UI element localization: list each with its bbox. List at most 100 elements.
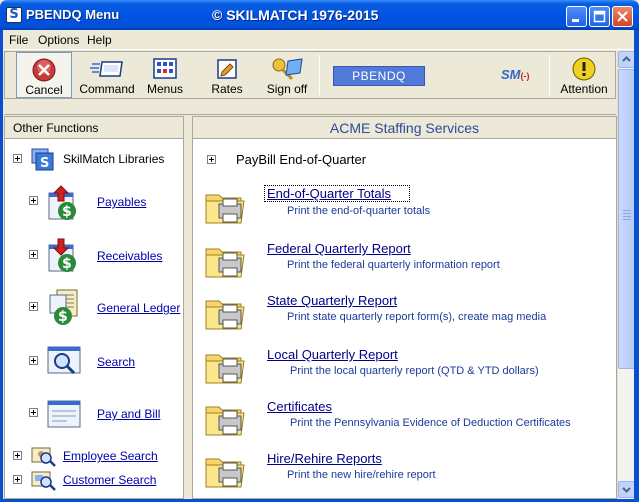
customer-search-icon xyxy=(31,471,56,491)
maximize-icon xyxy=(593,10,606,23)
tree-link[interactable]: Customer Search xyxy=(63,473,156,487)
menus-icon xyxy=(153,58,177,79)
report-link[interactable]: End-of-Quarter Totals xyxy=(264,185,411,202)
maximize-button[interactable] xyxy=(589,6,610,27)
receivables-icon: $ xyxy=(48,238,76,272)
report-description: Print the new hire/rehire report xyxy=(287,469,436,481)
sign-off-label: Sign off xyxy=(266,82,308,96)
pane-splitter[interactable] xyxy=(184,116,192,499)
report-certificates[interactable]: Certificates Print the Pennsylvania Evid… xyxy=(193,395,616,447)
close-button[interactable] xyxy=(612,6,633,27)
report-state-quarterly[interactable]: State Quarterly Report Print state quart… xyxy=(193,289,616,341)
payables-icon: $ xyxy=(48,185,76,220)
svg-text:$: $ xyxy=(62,256,72,272)
other-functions-pane: Other Functions S SkilMatch Libraries $ … xyxy=(4,116,184,499)
folder-printer-icon xyxy=(205,354,245,384)
tree-item-customer-search[interactable]: Customer Search xyxy=(5,469,183,491)
menu-file[interactable]: File xyxy=(9,33,28,47)
tree-item-receivables[interactable]: $ Receivables xyxy=(5,237,183,277)
employee-search-icon xyxy=(31,447,56,467)
tree-link[interactable]: Employee Search xyxy=(63,449,158,463)
report-link[interactable]: State Quarterly Report xyxy=(267,293,397,308)
window-frame-left xyxy=(0,30,3,502)
expand-icon[interactable] xyxy=(29,302,38,311)
tree-link[interactable]: Payables xyxy=(97,195,146,209)
chevron-down-icon xyxy=(622,487,631,493)
sign-off-button[interactable]: Sign off xyxy=(261,52,313,98)
menus-button[interactable]: Menus xyxy=(141,52,189,98)
cancel-icon xyxy=(32,58,56,82)
report-end-of-quarter-totals[interactable]: End-of-Quarter Totals Print the end-of-q… xyxy=(193,183,616,235)
tree-item-pay-and-bill[interactable]: Pay and Bill xyxy=(5,397,183,437)
menus-label: Menus xyxy=(146,82,184,96)
report-hire-rehire[interactable]: Hire/Rehire Reports Print the new hire/r… xyxy=(193,447,616,499)
cancel-button[interactable]: Cancel xyxy=(16,52,72,98)
company-header: ACME Staffing Services xyxy=(193,117,616,139)
menu-bar: File Options Help xyxy=(0,30,639,50)
report-link[interactable]: Federal Quarterly Report xyxy=(267,241,411,256)
tree-item-employee-search[interactable]: Employee Search xyxy=(5,445,183,467)
folder-printer-icon xyxy=(205,406,245,436)
expand-icon[interactable] xyxy=(29,408,38,417)
toolbar-separator-2 xyxy=(549,55,550,95)
minimize-button[interactable] xyxy=(566,6,587,27)
svg-text:S: S xyxy=(40,156,49,171)
expand-icon[interactable] xyxy=(13,475,22,484)
window-frame-right xyxy=(634,30,639,502)
report-description: Print the federal quarterly information … xyxy=(287,259,500,271)
folder-printer-icon xyxy=(205,194,245,224)
menu-options[interactable]: Options xyxy=(38,33,79,47)
report-link[interactable]: Local Quarterly Report xyxy=(267,347,398,362)
report-link[interactable]: Certificates xyxy=(267,399,332,414)
report-description: Print the Pennsylvania Evidence of Deduc… xyxy=(290,417,571,429)
report-description: Print state quarterly report form(s), cr… xyxy=(287,311,547,323)
rates-icon xyxy=(217,59,237,79)
report-description: Print the end-of-quarter totals xyxy=(287,205,431,217)
command-label: Command xyxy=(79,82,135,96)
tree-link[interactable]: Receivables xyxy=(97,249,162,263)
tree-link[interactable]: General Ledger xyxy=(97,301,180,315)
tree-item-general-ledger[interactable]: $ General Ledger xyxy=(5,289,183,329)
report-link[interactable]: Hire/Rehire Reports xyxy=(267,451,382,466)
folder-printer-icon xyxy=(205,300,245,330)
rates-button[interactable]: Rates xyxy=(203,52,251,98)
toolbar: Cancel Command Menus Rates Sign off PBEN… xyxy=(4,51,616,99)
expand-icon[interactable] xyxy=(29,356,38,365)
section-expand-icon[interactable] xyxy=(207,155,216,164)
logo-text: SM xyxy=(501,67,521,82)
attention-button[interactable]: Attention xyxy=(555,52,613,98)
expand-icon[interactable] xyxy=(29,250,38,259)
scroll-down-button[interactable] xyxy=(618,481,635,498)
title-bar[interactable]: S PBENDQ Menu © SKILMATCH 1976-2015 xyxy=(0,0,639,30)
tree-item-payables[interactable]: $ Payables xyxy=(5,185,183,225)
tree-item-skilmatch-libraries[interactable]: S SkilMatch Libraries xyxy=(5,147,183,171)
expand-icon[interactable] xyxy=(13,154,22,163)
command-button[interactable]: Command xyxy=(79,52,135,98)
tree-item-search[interactable]: Search xyxy=(5,343,183,383)
window-title: PBENDQ Menu xyxy=(26,7,120,22)
grip-line xyxy=(623,210,631,211)
report-federal-quarterly[interactable]: Federal Quarterly Report Print the feder… xyxy=(193,237,616,289)
toolbar-separator xyxy=(319,55,320,95)
folder-printer-icon xyxy=(205,458,245,488)
svg-text:$: $ xyxy=(58,309,68,325)
report-description: Print the local quarterly report (QTD & … xyxy=(290,365,539,377)
report-local-quarterly[interactable]: Local Quarterly Report Print the local q… xyxy=(193,343,616,395)
command-icon xyxy=(90,61,123,77)
skilmatch-logo: SM(-) xyxy=(501,67,530,82)
section-title: PayBill End-of-Quarter xyxy=(236,152,367,167)
status-strip xyxy=(4,99,616,115)
scroll-thumb[interactable] xyxy=(618,69,635,369)
scroll-up-button[interactable] xyxy=(618,51,635,68)
folder-printer-icon xyxy=(205,248,245,278)
menu-help[interactable]: Help xyxy=(87,33,112,47)
general-ledger-icon: $ xyxy=(49,289,78,325)
tree-link[interactable]: Pay and Bill xyxy=(97,407,160,421)
app-icon[interactable]: S xyxy=(6,7,22,23)
libraries-icon: S xyxy=(31,148,54,171)
tree-link[interactable]: Search xyxy=(97,355,135,369)
expand-icon[interactable] xyxy=(13,451,22,460)
reports-pane: ACME Staffing Services PayBill End-of-Qu… xyxy=(192,116,617,499)
vertical-scrollbar[interactable] xyxy=(617,51,635,499)
expand-icon[interactable] xyxy=(29,196,38,205)
